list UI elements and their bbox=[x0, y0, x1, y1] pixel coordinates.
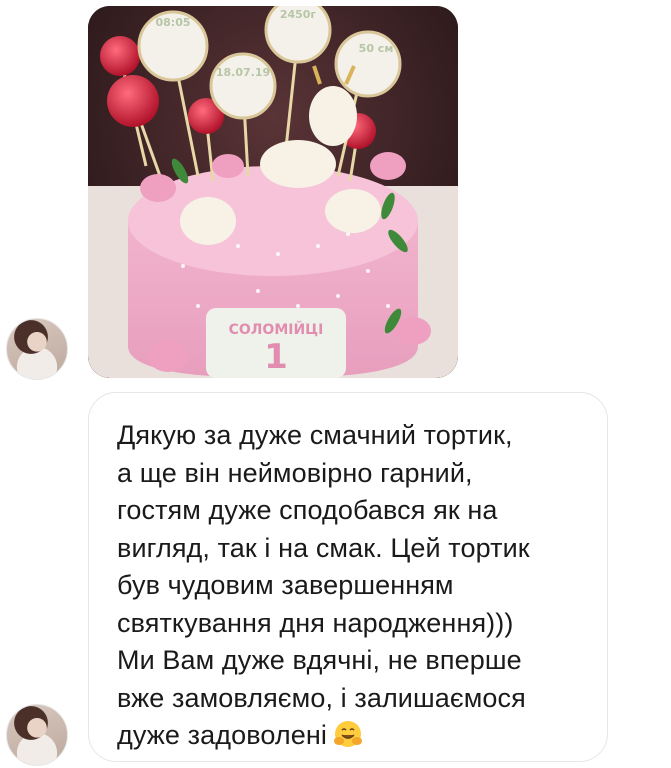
topper-weight: 2450г bbox=[280, 8, 317, 21]
message-text: Дякую за дуже смачний тортик, а ще він н… bbox=[117, 417, 581, 755]
sender-avatar[interactable] bbox=[6, 318, 68, 380]
topper-height: 50 см bbox=[359, 42, 394, 55]
cake-photo: 08:05 2450г 18.07.19 50 см СОЛОМІЙЦІ 1 bbox=[88, 6, 458, 378]
topper-time: 08:05 bbox=[155, 16, 190, 29]
chat-thread: 08:05 2450г 18.07.19 50 см СОЛОМІЙЦІ 1 Д… bbox=[0, 0, 671, 768]
photo-message[interactable]: 08:05 2450г 18.07.19 50 см СОЛОМІЙЦІ 1 bbox=[88, 6, 458, 378]
sender-avatar[interactable] bbox=[6, 704, 68, 766]
plaque-name: СОЛОМІЙЦІ bbox=[229, 321, 324, 338]
hugging-face-icon bbox=[333, 719, 363, 749]
message-body: Дякую за дуже смачний тортик, а ще він н… bbox=[117, 420, 530, 750]
topper-date: 18.07.19 bbox=[216, 66, 270, 79]
plaque-number: 1 bbox=[264, 337, 288, 377]
text-message-bubble[interactable]: Дякую за дуже смачний тортик, а ще він н… bbox=[88, 392, 608, 762]
